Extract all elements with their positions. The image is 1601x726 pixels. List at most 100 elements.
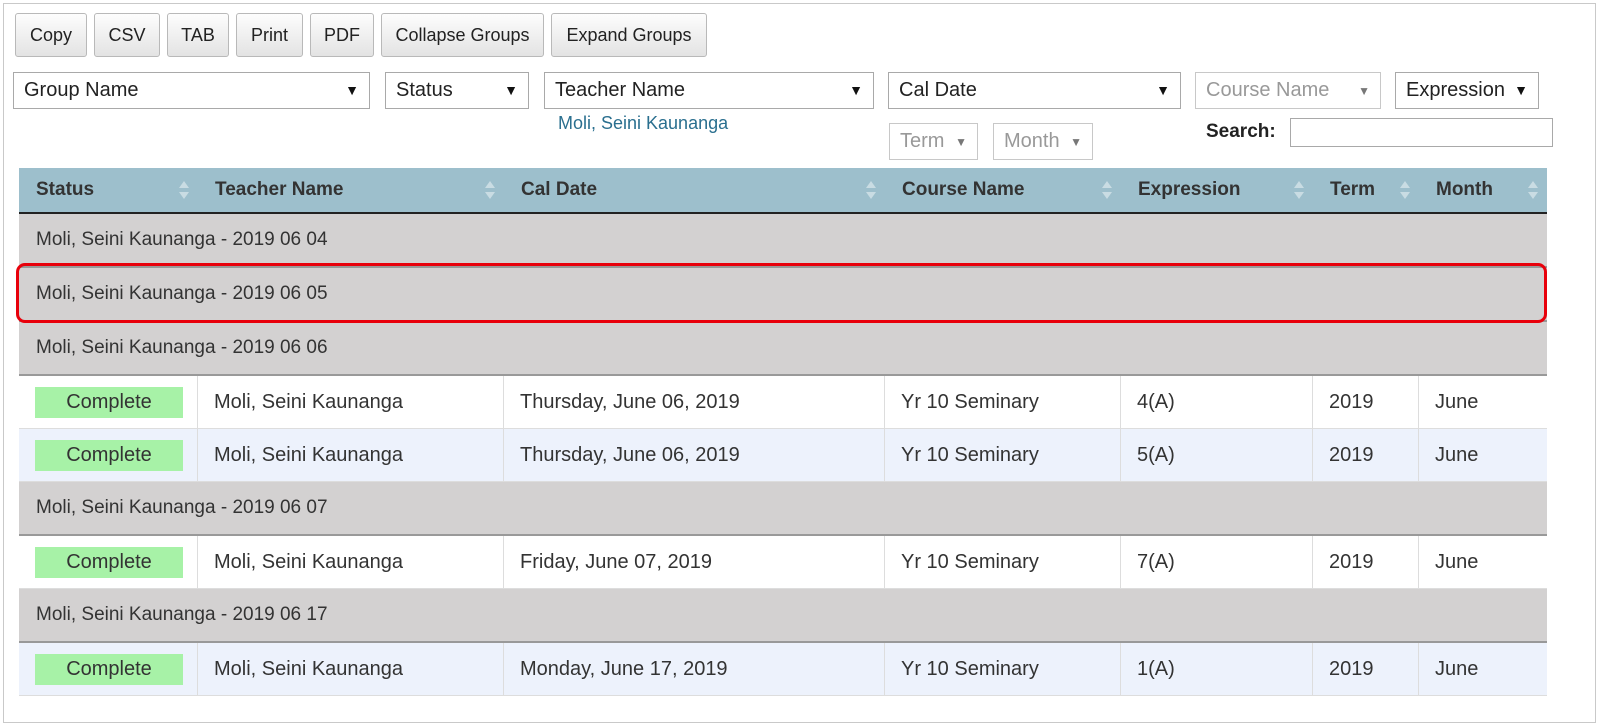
teacher-filter-selection[interactable]: Moli, Seini Kaunanga	[558, 113, 728, 134]
course-cell: Yr 10 Seminary	[885, 376, 1121, 428]
date-cell: Thursday, June 06, 2019	[504, 376, 885, 428]
column-header-label: Cal Date	[521, 179, 598, 200]
chevron-down-icon: ▼	[849, 82, 863, 98]
column-header-label: Month	[1436, 179, 1493, 200]
chevron-down-icon: ▼	[1358, 84, 1370, 98]
status-badge: Complete	[35, 386, 183, 418]
expression-cell: 4(A)	[1121, 376, 1313, 428]
tab-button[interactable]: TAB	[167, 13, 229, 57]
print-button[interactable]: Print	[236, 13, 303, 57]
expression-select[interactable]: Expression ▼	[1395, 72, 1539, 109]
group-row-label: Moli, Seini Kaunanga - 2019 06 17	[36, 604, 328, 625]
teacher-cell: Moli, Seini Kaunanga	[198, 643, 504, 695]
sort-icon	[1528, 181, 1538, 199]
date-cell: Monday, June 17, 2019	[504, 643, 885, 695]
group-name-select[interactable]: Group Name ▼	[13, 72, 370, 109]
group-row-label: Moli, Seini Kaunanga - 2019 06 05	[36, 283, 328, 304]
status-select[interactable]: Status ▼	[385, 72, 529, 109]
term-select[interactable]: Term ▼	[889, 123, 978, 160]
column-header-label: Expression	[1138, 179, 1241, 200]
pdf-button[interactable]: PDF	[310, 13, 374, 57]
course-cell: Yr 10 Seminary	[885, 429, 1121, 481]
group-row[interactable]: Moli, Seini Kaunanga - 2019 06 04	[19, 214, 1547, 268]
term-cell: 2019	[1313, 536, 1419, 588]
month-select-value: Month	[1004, 130, 1060, 152]
course-name-select[interactable]: Course Name ▼	[1195, 72, 1381, 109]
month-cell: June	[1435, 657, 1479, 680]
status-cell: Complete	[19, 376, 198, 428]
month-select[interactable]: Month ▼	[993, 123, 1093, 160]
group-row[interactable]: Moli, Seini Kaunanga - 2019 06 05	[19, 268, 1547, 322]
term-cell: 2019	[1313, 429, 1419, 481]
course-name-select-value: Course Name	[1206, 79, 1330, 101]
term-cell: 2019	[1313, 643, 1419, 695]
chevron-down-icon: ▼	[1070, 135, 1082, 149]
table-row[interactable]: Complete Moli, Seini Kaunanga Thursday, …	[19, 376, 1547, 429]
status-cell: Complete	[19, 429, 198, 481]
table-row[interactable]: Complete Moli, Seini Kaunanga Friday, Ju…	[19, 536, 1547, 589]
month-cell: June	[1435, 550, 1479, 573]
group-name-select-value: Group Name	[24, 79, 139, 101]
sort-icon	[1294, 181, 1304, 199]
column-header-status[interactable]: Status	[19, 168, 198, 212]
column-header-label: Teacher Name	[215, 179, 344, 200]
group-row-label: Moli, Seini Kaunanga - 2019 06 06	[36, 337, 328, 358]
expand-groups-button[interactable]: Expand Groups	[551, 13, 707, 57]
status-badge: Complete	[35, 653, 183, 685]
group-row[interactable]: Moli, Seini Kaunanga - 2019 06 17	[19, 589, 1547, 643]
sort-icon	[179, 181, 189, 199]
chevron-down-icon: ▼	[1514, 82, 1528, 98]
chevron-down-icon: ▼	[504, 82, 518, 98]
column-header-label: Term	[1330, 179, 1376, 200]
export-toolbar: Copy CSV TAB Print PDF Collapse Groups E…	[15, 13, 714, 57]
csv-button[interactable]: CSV	[94, 13, 160, 57]
month-cell: June	[1435, 390, 1479, 413]
column-header-expression[interactable]: Expression	[1121, 168, 1313, 212]
status-cell: Complete	[19, 643, 198, 695]
date-cell: Thursday, June 06, 2019	[504, 429, 885, 481]
table-row[interactable]: Complete Moli, Seini Kaunanga Monday, Ju…	[19, 643, 1547, 696]
term-select-value: Term	[900, 130, 945, 152]
chevron-down-icon: ▼	[1156, 82, 1170, 98]
group-row-label: Moli, Seini Kaunanga - 2019 06 07	[36, 497, 328, 518]
column-header-teacher-name[interactable]: Teacher Name	[198, 168, 504, 212]
copy-button[interactable]: Copy	[15, 13, 87, 57]
sort-icon	[485, 181, 495, 199]
status-select-value: Status	[396, 79, 453, 101]
column-header-term[interactable]: Term	[1313, 168, 1419, 212]
teacher-cell: Moli, Seini Kaunanga	[198, 536, 504, 588]
search-input[interactable]	[1290, 118, 1553, 147]
status-badge: Complete	[35, 439, 183, 471]
table-row[interactable]: Complete Moli, Seini Kaunanga Thursday, …	[19, 429, 1547, 482]
teacher-name-select[interactable]: Teacher Name ▼	[544, 72, 874, 109]
collapse-groups-button[interactable]: Collapse Groups	[381, 13, 544, 57]
status-badge: Complete	[35, 546, 183, 578]
column-header-label: Status	[36, 179, 95, 200]
expression-cell: 1(A)	[1121, 643, 1313, 695]
data-table: Status Teacher Name Cal Date Course Name…	[19, 168, 1547, 696]
term-cell: 2019	[1313, 376, 1419, 428]
column-header-cal-date[interactable]: Cal Date	[504, 168, 885, 212]
column-header-course-name[interactable]: Course Name	[885, 168, 1121, 212]
column-header-label: Course Name	[902, 179, 1025, 200]
date-cell: Friday, June 07, 2019	[504, 536, 885, 588]
expression-select-value: Expression	[1406, 79, 1505, 101]
status-cell: Complete	[19, 536, 198, 588]
course-cell: Yr 10 Seminary	[885, 536, 1121, 588]
teacher-cell: Moli, Seini Kaunanga	[198, 376, 504, 428]
cal-date-select[interactable]: Cal Date ▼	[888, 72, 1181, 109]
search-label: Search:	[1206, 121, 1276, 142]
expression-cell: 7(A)	[1121, 536, 1313, 588]
teacher-cell: Moli, Seini Kaunanga	[198, 429, 504, 481]
month-cell: June	[1435, 443, 1479, 466]
sort-icon	[866, 181, 876, 199]
table-header-row: Status Teacher Name Cal Date Course Name…	[19, 168, 1547, 214]
group-row[interactable]: Moli, Seini Kaunanga - 2019 06 06	[19, 322, 1547, 376]
chevron-down-icon: ▼	[345, 82, 359, 98]
teacher-name-select-value: Teacher Name	[555, 79, 686, 101]
expression-cell: 5(A)	[1121, 429, 1313, 481]
column-header-month[interactable]: Month	[1419, 168, 1547, 212]
group-row[interactable]: Moli, Seini Kaunanga - 2019 06 07	[19, 482, 1547, 536]
cal-date-select-value: Cal Date	[899, 79, 977, 101]
chevron-down-icon: ▼	[955, 135, 967, 149]
